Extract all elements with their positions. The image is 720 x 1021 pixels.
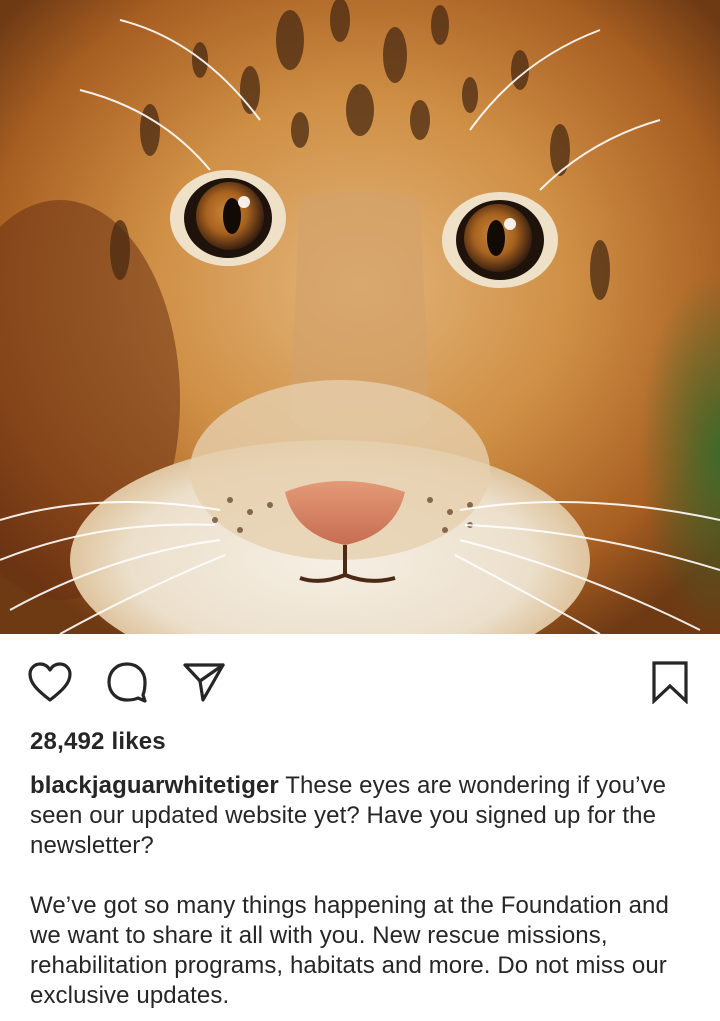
caption-paragraph: blackjaguarwhitetiger These eyes are won… [30,771,690,861]
post-meta: 28,492 likes blackjaguarwhitetiger These… [30,726,690,1011]
heart-icon [28,662,72,702]
tiger-right-eye [442,192,558,288]
instagram-post: 28,492 likes blackjaguarwhitetiger These… [0,0,720,1021]
caption-paragraph-second: We’ve got so many things happening at th… [30,892,669,1009]
post-photo[interactable] [0,0,720,634]
likes-count[interactable]: 28,492 likes [30,726,690,758]
save-button[interactable] [644,656,696,708]
post-caption: blackjaguarwhitetiger These eyes are won… [30,771,690,1011]
like-button[interactable] [24,656,76,708]
post-action-bar [0,634,720,734]
share-button[interactable] [178,656,230,708]
paper-plane-icon [183,663,225,702]
tiger-cub-image [0,0,720,634]
comment-button[interactable] [101,656,153,708]
username-link[interactable]: blackjaguarwhitetiger [30,772,279,799]
comment-icon [107,662,147,703]
bookmark-icon [652,661,688,704]
tiger-left-eye [170,170,286,266]
